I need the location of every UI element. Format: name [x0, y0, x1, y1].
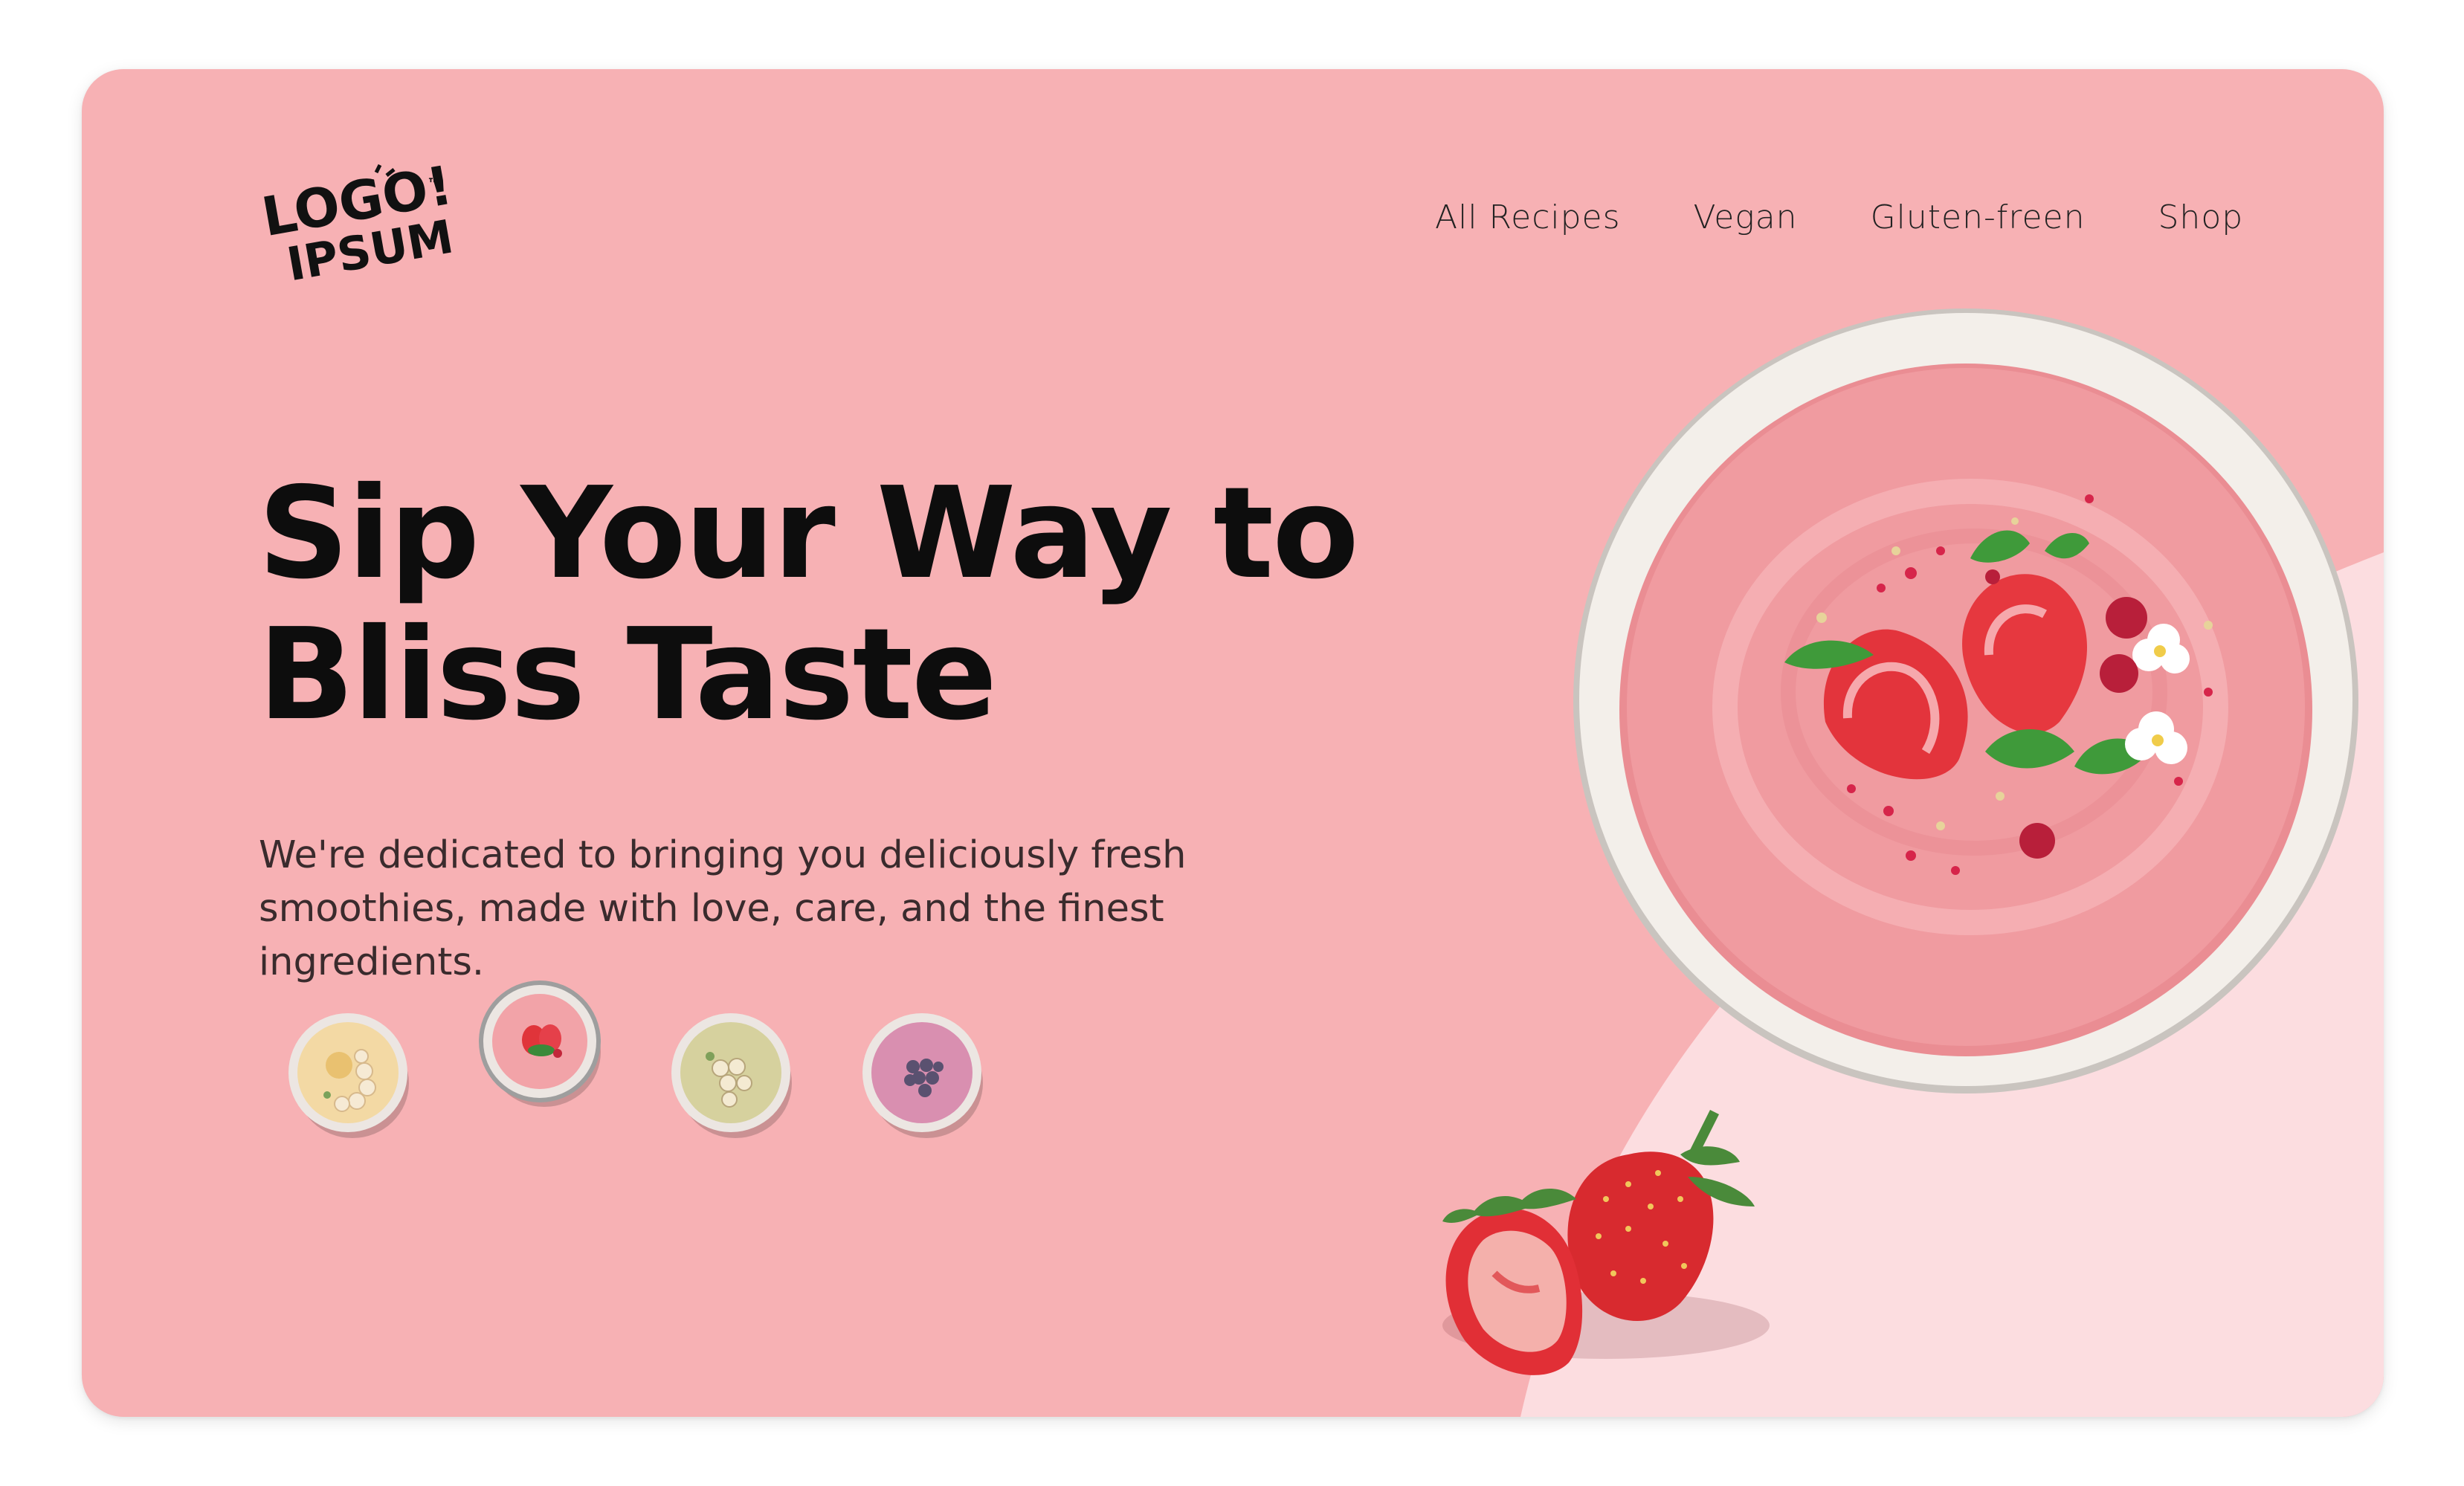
brand-logo[interactable]: LOGO! IPSUM ™	[257, 154, 457, 292]
thumb-blueberry-bowl[interactable]	[858, 1007, 992, 1141]
hero-card: LOGO! IPSUM ™ All Recipes Vegan Gluten-f…	[82, 69, 2384, 1417]
hero-description: We're dedicated to bringing you deliciou…	[259, 833, 1187, 984]
nav-shop[interactable]: Shop	[2158, 198, 2244, 236]
hero-title: Sip Your Way to Bliss Taste	[258, 460, 1359, 749]
thumb-kiwi-bowl[interactable]	[667, 1007, 801, 1141]
nav-gluten-free[interactable]: Gluten-freen	[1871, 198, 2086, 236]
strawberries-image	[1442, 1110, 1770, 1375]
nav-all-recipes[interactable]: All Recipes	[1435, 198, 1621, 236]
svg-text:™: ™	[427, 175, 442, 193]
hero-title-line2: Bliss Taste	[258, 601, 997, 749]
hero-title-line1: Sip Your Way to	[258, 460, 1359, 607]
logo-icon: LOGO! IPSUM ™	[257, 154, 457, 292]
main-nav: All Recipes Vegan Gluten-freen Shop	[1435, 198, 2243, 236]
thumb-strawberry-bowl[interactable]	[476, 976, 610, 1110]
strawberry-bowl-image	[1573, 308, 2358, 1093]
nav-vegan[interactable]: Vegan	[1694, 198, 1798, 236]
thumb-banana-bowl[interactable]	[284, 1007, 418, 1141]
